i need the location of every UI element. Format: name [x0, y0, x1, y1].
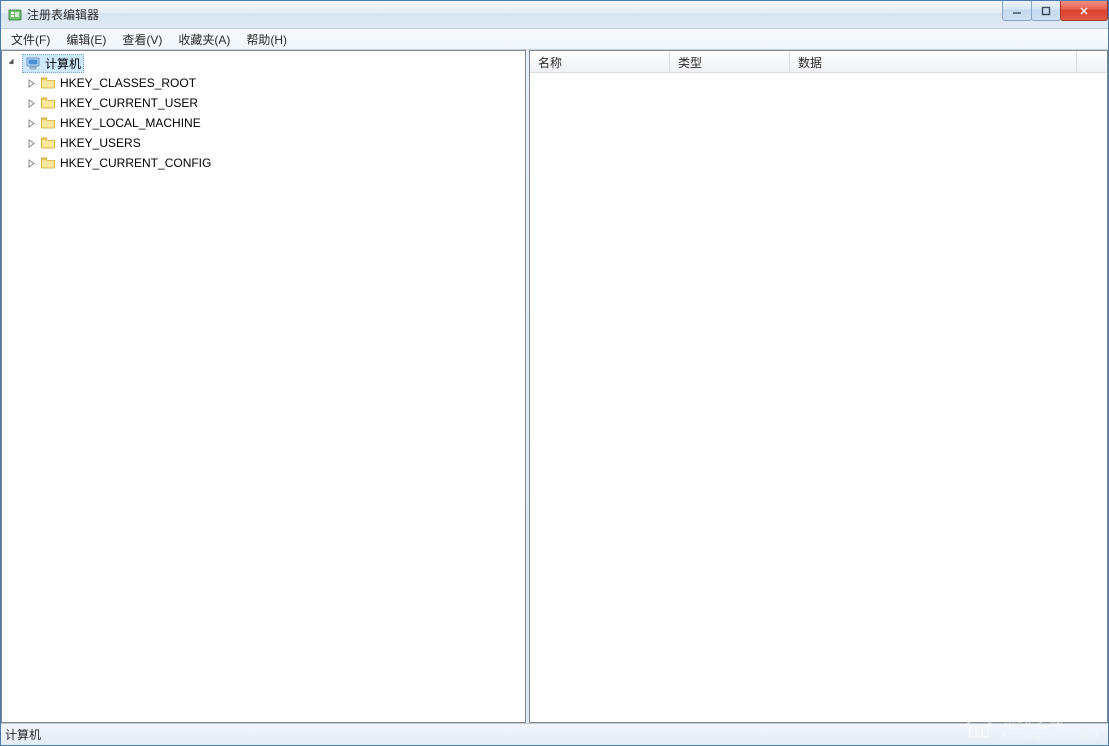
menu-edit[interactable]: 编辑(E): [58, 29, 114, 50]
tree-hive[interactable]: HKEY_LOCAL_MACHINE: [20, 113, 525, 133]
close-button[interactable]: [1060, 1, 1108, 21]
tree-hive[interactable]: HKEY_CURRENT_USER: [20, 93, 525, 113]
folder-icon: [40, 135, 56, 151]
tree-hive[interactable]: HKEY_CLASSES_ROOT: [20, 73, 525, 93]
menubar: 文件(F) 编辑(E) 查看(V) 收藏夹(A) 帮助(H): [1, 29, 1108, 50]
expand-icon[interactable]: [24, 96, 38, 110]
registry-editor-window: 注册表编辑器 文件(F) 编辑(E) 查看(V) 收藏夹(A) 帮助(H): [0, 0, 1109, 746]
menu-help[interactable]: 帮助(H): [238, 29, 295, 50]
list-pane[interactable]: 名称 类型 数据: [529, 50, 1108, 723]
collapse-icon[interactable]: [6, 56, 20, 70]
tree-hive-label: HKEY_CLASSES_ROOT: [60, 76, 196, 90]
menu-favorites[interactable]: 收藏夹(A): [170, 29, 238, 50]
tree-root-label: 计算机: [45, 55, 81, 72]
expand-icon[interactable]: [24, 136, 38, 150]
expand-icon[interactable]: [24, 76, 38, 90]
titlebar[interactable]: 注册表编辑器: [1, 1, 1108, 29]
tree-hive-label: HKEY_LOCAL_MACHINE: [60, 116, 201, 130]
folder-icon: [40, 95, 56, 111]
column-header-name[interactable]: 名称: [530, 51, 670, 72]
tree-pane[interactable]: 计算机 HKEY_CLASSES_ROOT HKEY_CURRENT_USER: [1, 50, 526, 723]
tree-root-computer[interactable]: 计算机: [2, 53, 525, 73]
tree-hive-label: HKEY_CURRENT_USER: [60, 96, 198, 110]
statusbar: 计算机: [1, 723, 1108, 745]
computer-icon: [25, 55, 41, 71]
column-header-data[interactable]: 数据: [790, 51, 1077, 72]
minimize-button[interactable]: [1002, 1, 1032, 21]
menu-view[interactable]: 查看(V): [114, 29, 170, 50]
tree-hive[interactable]: HKEY_CURRENT_CONFIG: [20, 153, 525, 173]
list-header: 名称 类型 数据: [530, 51, 1107, 73]
tree-hive-label: HKEY_USERS: [60, 136, 141, 150]
status-path: 计算机: [5, 726, 41, 743]
tree-children: HKEY_CLASSES_ROOT HKEY_CURRENT_USER HKEY…: [2, 73, 525, 173]
registry-tree: 计算机 HKEY_CLASSES_ROOT HKEY_CURRENT_USER: [2, 51, 525, 175]
tree-hive-label: HKEY_CURRENT_CONFIG: [60, 156, 211, 170]
content-area: 计算机 HKEY_CLASSES_ROOT HKEY_CURRENT_USER: [1, 50, 1108, 723]
maximize-button[interactable]: [1031, 1, 1061, 21]
menu-file[interactable]: 文件(F): [3, 29, 58, 50]
list-body[interactable]: [530, 73, 1107, 722]
regedit-icon: [7, 7, 23, 23]
folder-icon: [40, 115, 56, 131]
column-header-spacer: [1077, 51, 1107, 72]
tree-hive[interactable]: HKEY_USERS: [20, 133, 525, 153]
window-controls: [1003, 1, 1108, 21]
window-title: 注册表编辑器: [27, 6, 99, 23]
expand-icon[interactable]: [24, 116, 38, 130]
folder-icon: [40, 155, 56, 171]
expand-icon[interactable]: [24, 156, 38, 170]
column-header-type[interactable]: 类型: [670, 51, 790, 72]
folder-icon: [40, 75, 56, 91]
